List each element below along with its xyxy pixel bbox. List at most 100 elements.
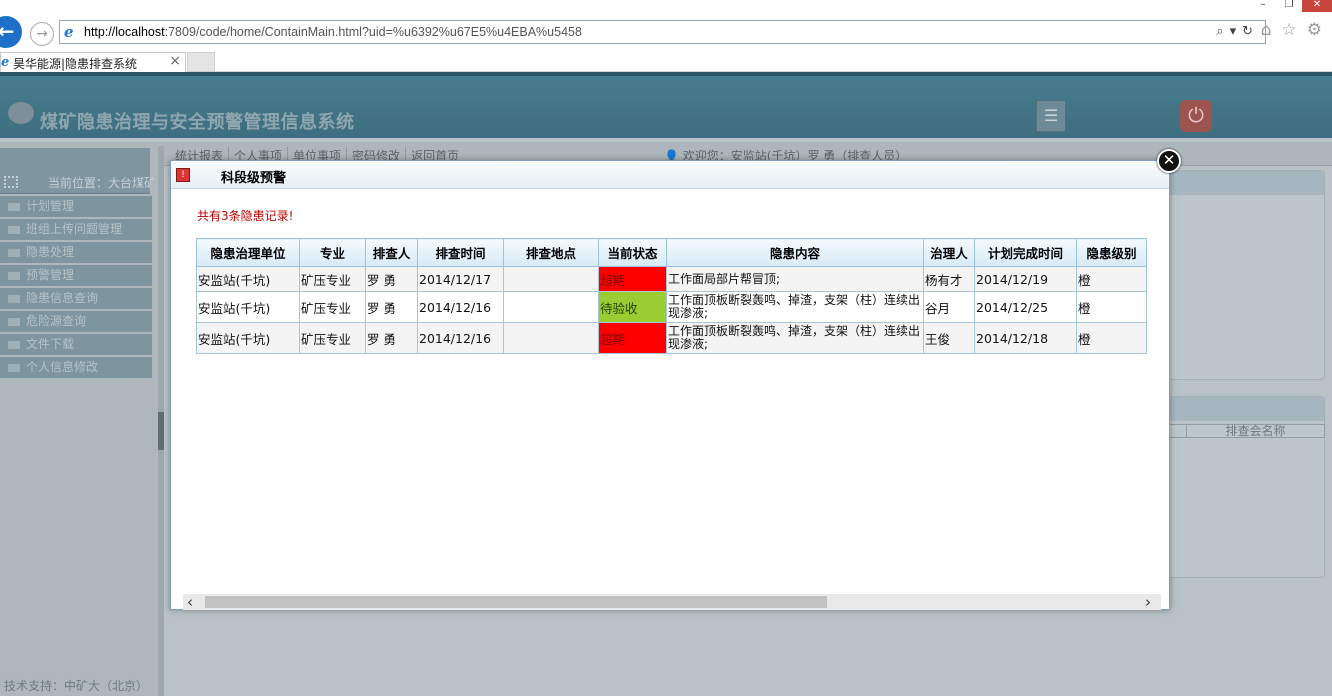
col-header-inspector[interactable]: 排查人	[365, 238, 418, 267]
sidebar-item-plan[interactable]: 计划管理	[0, 196, 152, 217]
sidebar-item-warning[interactable]: 预警管理	[0, 265, 152, 286]
sidebar-menu: 计划管理 班组上传问题管理 隐患处理 预警管理 隐患信息查询 危险源查询 文件下…	[0, 196, 152, 380]
table-header-row: 隐患治理单位 专业 排查人 排查时间 排查地点 当前状态 隐患内容 治理人 计划…	[196, 238, 1147, 267]
dialog-titlebar: ! 科段级预警	[171, 161, 1169, 189]
cell-location	[503, 291, 599, 323]
sidebar-item-team-upload[interactable]: 班组上传问题管理	[0, 219, 152, 240]
menu-bullet-icon	[8, 202, 20, 211]
sidebar-item-danger-source[interactable]: 危险源查询	[0, 311, 152, 332]
cell-handler: 谷月	[923, 291, 975, 323]
forward-button[interactable]: →	[30, 22, 54, 46]
cell-content: 工作面顶板断裂轰鸣、掉渣，支架（柱）连续出现渗液;	[666, 291, 924, 323]
tab-title: 昊华能源|隐患排查系统	[13, 57, 138, 71]
col-header-time[interactable]: 排查时间	[417, 238, 504, 267]
dropdown-icon[interactable]: ▾	[1230, 24, 1243, 39]
sidebar-item-label: 预警管理	[26, 268, 75, 282]
dialog-title: 科段级预警	[221, 171, 287, 186]
col-header-location[interactable]: 排查地点	[503, 238, 599, 267]
splitter-handle[interactable]	[158, 412, 164, 450]
sidebar: 当前位置：大台煤矿 计划管理 班组上传问题管理 隐患处理 预警管理 隐患信息查询…	[0, 146, 158, 696]
app-header: 煤矿隐患治理与安全预警管理信息系统 ☰ ⏻	[0, 72, 1332, 138]
cell-inspector: 罗 勇	[365, 322, 418, 354]
sidebar-item-hazard-handling[interactable]: 隐患处理	[0, 242, 152, 263]
back-button[interactable]: ←	[0, 16, 22, 48]
sidebar-item-download[interactable]: 文件下载	[0, 334, 152, 355]
cell-status: 超期	[598, 266, 667, 292]
search-icon[interactable]: ⌕	[1216, 24, 1229, 39]
scroll-right-icon[interactable]: ›	[1145, 593, 1151, 611]
cell-specialty: 矿压专业	[299, 291, 366, 323]
browser-tab-active[interactable]: e 昊华能源|隐患排查系统 ×	[0, 52, 186, 72]
cell-inspector: 罗 勇	[365, 291, 418, 323]
panel-header	[1166, 171, 1324, 195]
minimize-button[interactable]: –	[1250, 0, 1276, 12]
window-controls: – ❐ ✕	[1250, 0, 1332, 12]
tech-support: 技术支持：中矿大（北京）	[4, 679, 149, 693]
cell-specialty: 矿压专业	[299, 322, 366, 354]
col-header-level[interactable]: 隐患级别	[1076, 238, 1147, 267]
settings-gear-icon[interactable]: ⚙	[1307, 20, 1332, 40]
cell-level: 橙	[1076, 322, 1147, 354]
horizontal-scrollbar[interactable]: ‹ ›	[183, 593, 1161, 611]
refresh-icon[interactable]: ↻	[1242, 24, 1259, 39]
menu-bullet-icon	[8, 363, 20, 372]
home-icon[interactable]: ⌂	[1261, 20, 1282, 40]
cell-status: 超期	[598, 322, 667, 354]
scroll-left-icon[interactable]: ‹	[187, 593, 193, 611]
table-row[interactable]: 安监站(千坑) 矿压专业 罗 勇 2014/12/17 超期 工作面局部片帮冒顶…	[196, 266, 1147, 292]
sidebar-item-label: 个人信息修改	[26, 360, 99, 374]
menu-bullet-icon	[8, 248, 20, 257]
panel-header	[1166, 397, 1324, 421]
dialog-close-button[interactable]: ✕	[1157, 149, 1181, 173]
sidebar-item-hazard-query[interactable]: 隐患信息查询	[0, 288, 152, 309]
maximize-button[interactable]: ❐	[1276, 0, 1302, 12]
app-logo-icon	[8, 102, 34, 124]
menu-bullet-icon	[8, 317, 20, 326]
ie-page-icon: e	[64, 23, 74, 41]
content-panel-top	[1165, 170, 1325, 380]
col-header-specialty[interactable]: 专业	[299, 238, 366, 267]
tab-ie-icon: e	[1, 55, 10, 70]
cell-unit: 安监站(千坑)	[196, 322, 300, 354]
col-header-due[interactable]: 计划完成时间	[974, 238, 1077, 267]
address-url[interactable]: http://localhost:7809/code/home/ContainM…	[84, 25, 582, 39]
sidebar-item-label: 危险源查询	[26, 314, 87, 328]
browser-tools: ⌂☆⚙	[1261, 20, 1332, 40]
cell-level: 橙	[1076, 291, 1147, 323]
cell-due: 2014/12/19	[974, 266, 1077, 292]
address-tools[interactable]: ⌕▾↻	[1216, 24, 1259, 39]
cell-content: 工作面顶板断裂轰鸣、掉渣，支架（柱）连续出现渗液;	[666, 322, 924, 354]
sidebar-item-label: 隐患信息查询	[26, 291, 99, 305]
cell-due: 2014/12/18	[974, 322, 1077, 354]
window-close-button[interactable]: ✕	[1302, 0, 1332, 12]
tab-close-icon[interactable]: ×	[169, 53, 181, 69]
new-tab-button[interactable]	[187, 52, 215, 72]
cell-specialty: 矿压专业	[299, 266, 366, 292]
menu-bullet-icon	[8, 340, 20, 349]
power-icon[interactable]: ⏻	[1180, 100, 1212, 132]
col-header-status[interactable]: 当前状态	[598, 238, 667, 267]
sidebar-item-profile[interactable]: 个人信息修改	[0, 357, 152, 378]
table-row[interactable]: 安监站(千坑) 矿压专业 罗 勇 2014/12/16 超期 工作面顶板断裂轰鸣…	[196, 322, 1147, 354]
warning-dialog: ! 科段级预警 ✕ 共有3条隐患记录! 隐患治理单位 专业 排查人 排查时间 排…	[170, 149, 1181, 611]
cell-handler: 王俊	[923, 322, 975, 354]
address-bar[interactable]: e http://localhost:7809/code/home/Contai…	[59, 20, 1266, 44]
cell-time: 2014/12/16	[417, 291, 504, 323]
scroll-thumb[interactable]	[205, 596, 827, 608]
contacts-icon[interactable]: ☰	[1036, 100, 1066, 132]
cell-time: 2014/12/17	[417, 266, 504, 292]
sidebar-item-label: 班组上传问题管理	[26, 222, 123, 236]
cell-inspector: 罗 勇	[365, 266, 418, 292]
cell-status: 待验收	[598, 291, 667, 323]
col-header-content[interactable]: 隐患内容	[666, 238, 924, 267]
cell-due: 2014/12/25	[974, 291, 1077, 323]
hazard-table: 隐患治理单位 专业 排查人 排查时间 排查地点 当前状态 隐患内容 治理人 计划…	[196, 238, 1147, 354]
col-header-handler[interactable]: 治理人	[923, 238, 975, 267]
table-row[interactable]: 安监站(千坑) 矿压专业 罗 勇 2014/12/16 待验收 工作面顶板断裂轰…	[196, 291, 1147, 323]
sidebar-item-label: 文件下载	[26, 337, 75, 351]
favorites-star-icon[interactable]: ☆	[1282, 20, 1307, 40]
col-header-unit[interactable]: 隐患治理单位	[196, 238, 300, 267]
cell-level: 橙	[1076, 266, 1147, 292]
cell-location	[503, 266, 599, 292]
menu-bullet-icon	[8, 294, 20, 303]
